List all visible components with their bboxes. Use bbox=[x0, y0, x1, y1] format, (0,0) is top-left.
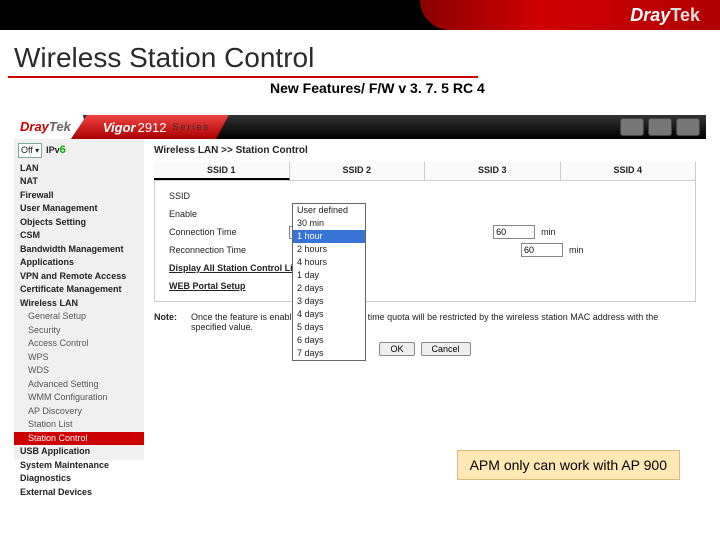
nav-cert[interactable]: Certificate Management bbox=[14, 283, 144, 297]
nav-wlan-general[interactable]: General Setup bbox=[14, 310, 144, 324]
brand-name: Dray bbox=[630, 5, 670, 25]
dd-opt-2hours[interactable]: 2 hours bbox=[293, 243, 365, 256]
nav-bandwidth[interactable]: Bandwidth Management bbox=[14, 243, 144, 257]
nav-diag[interactable]: Diagnostics bbox=[14, 472, 144, 486]
brand-suffix: Tek bbox=[670, 5, 700, 25]
nav-lan[interactable]: LAN bbox=[14, 162, 144, 176]
ipv6-badge: IPv6 bbox=[46, 142, 66, 159]
main-panel: Wireless LAN >> Station Control SSID 1 S… bbox=[144, 139, 706, 460]
conn-time-unit: min bbox=[541, 227, 556, 237]
nav-wlan-apdiscover[interactable]: AP Discovery bbox=[14, 405, 144, 419]
nav-csm[interactable]: CSM bbox=[14, 229, 144, 243]
sidebar: Off IPv6 LAN NAT Firewall User Managemen… bbox=[14, 139, 144, 460]
nav-wlan-wps[interactable]: WPS bbox=[14, 351, 144, 365]
dd-opt-1hour[interactable]: 1 hour bbox=[293, 230, 365, 243]
reconn-time-unit: min bbox=[569, 245, 584, 255]
model-label: Vigor 2912 Series bbox=[71, 115, 232, 139]
nav-objects[interactable]: Objects Setting bbox=[14, 216, 144, 230]
nav-wlan-advanced[interactable]: Advanced Setting bbox=[14, 378, 144, 392]
ssid-tabs: SSID 1 SSID 2 SSID 3 SSID 4 bbox=[154, 162, 696, 181]
dd-opt-4days[interactable]: 4 days bbox=[293, 308, 365, 321]
router-header: DrayTek Vigor 2912 Series bbox=[14, 115, 706, 139]
cancel-button[interactable]: Cancel bbox=[421, 342, 471, 356]
nav-wlan-stationlist[interactable]: Station List bbox=[14, 418, 144, 432]
note-text: Once the feature is enabled, the connect… bbox=[191, 312, 696, 332]
nav-vpn[interactable]: VPN and Remote Access bbox=[14, 270, 144, 284]
header-icon-1[interactable] bbox=[620, 118, 644, 136]
title-underline bbox=[8, 76, 478, 78]
note-label: Note: bbox=[154, 312, 177, 332]
conn-time-label: Connection Time bbox=[169, 227, 289, 237]
conn-time-dropdown[interactable]: User defined 30 min 1 hour 2 hours 4 hou… bbox=[292, 203, 366, 361]
header-icon-3[interactable] bbox=[676, 118, 700, 136]
link-display-all[interactable]: Display All Station Control List bbox=[169, 263, 301, 273]
dd-opt-7days[interactable]: 7 days bbox=[293, 347, 365, 360]
nav-wlan-wmm[interactable]: WMM Configuration bbox=[14, 391, 144, 405]
nav-nat[interactable]: NAT bbox=[14, 175, 144, 189]
nav-wlan-wds[interactable]: WDS bbox=[14, 364, 144, 378]
nav-wlan-stationcontrol[interactable]: Station Control bbox=[14, 432, 144, 446]
dd-opt-2days[interactable]: 2 days bbox=[293, 282, 365, 295]
ssid-label: SSID bbox=[169, 191, 289, 201]
reconn-time-input[interactable] bbox=[521, 243, 563, 257]
tab-ssid2[interactable]: SSID 2 bbox=[290, 162, 426, 180]
page-title: Wireless Station Control bbox=[14, 42, 720, 74]
nav-firewall[interactable]: Firewall bbox=[14, 189, 144, 203]
nav-ext[interactable]: External Devices bbox=[14, 486, 144, 500]
tab-ssid1[interactable]: SSID 1 bbox=[154, 162, 290, 180]
dd-opt-userdef[interactable]: User defined bbox=[293, 204, 365, 217]
nav-usb[interactable]: USB Application bbox=[14, 445, 144, 459]
nav-user-mgmt[interactable]: User Management bbox=[14, 202, 144, 216]
nav-wlan-security[interactable]: Security bbox=[14, 324, 144, 338]
brand-banner: DrayTek bbox=[420, 0, 720, 30]
nav-wlan[interactable]: Wireless LAN bbox=[14, 297, 144, 311]
callout-note: APM only can work with AP 900 bbox=[457, 450, 680, 480]
conn-time-input[interactable] bbox=[493, 225, 535, 239]
tab-ssid3[interactable]: SSID 3 bbox=[425, 162, 561, 180]
enable-label: Enable bbox=[169, 209, 289, 219]
dd-opt-6days[interactable]: 6 days bbox=[293, 334, 365, 347]
nav-sysmaint[interactable]: System Maintenance bbox=[14, 459, 144, 473]
dd-opt-4hours[interactable]: 4 hours bbox=[293, 256, 365, 269]
dd-opt-5days[interactable]: 5 days bbox=[293, 321, 365, 334]
dd-opt-1day[interactable]: 1 day bbox=[293, 269, 365, 282]
nav-wlan-access[interactable]: Access Control bbox=[14, 337, 144, 351]
sidebar-mode-select[interactable]: Off bbox=[18, 143, 42, 159]
dd-opt-30min[interactable]: 30 min bbox=[293, 217, 365, 230]
header-icon-2[interactable] bbox=[648, 118, 672, 136]
ok-button[interactable]: OK bbox=[379, 342, 414, 356]
tab-ssid4[interactable]: SSID 4 bbox=[561, 162, 697, 180]
subtitle: New Features/ F/W v 3. 7. 5 RC 4 bbox=[270, 80, 720, 96]
reconn-time-label: Reconnection Time bbox=[169, 245, 289, 255]
dd-opt-3days[interactable]: 3 days bbox=[293, 295, 365, 308]
nav-apps[interactable]: Applications bbox=[14, 256, 144, 270]
breadcrumb: Wireless LAN >> Station Control bbox=[154, 145, 696, 156]
link-web-portal[interactable]: WEB Portal Setup bbox=[169, 281, 246, 291]
